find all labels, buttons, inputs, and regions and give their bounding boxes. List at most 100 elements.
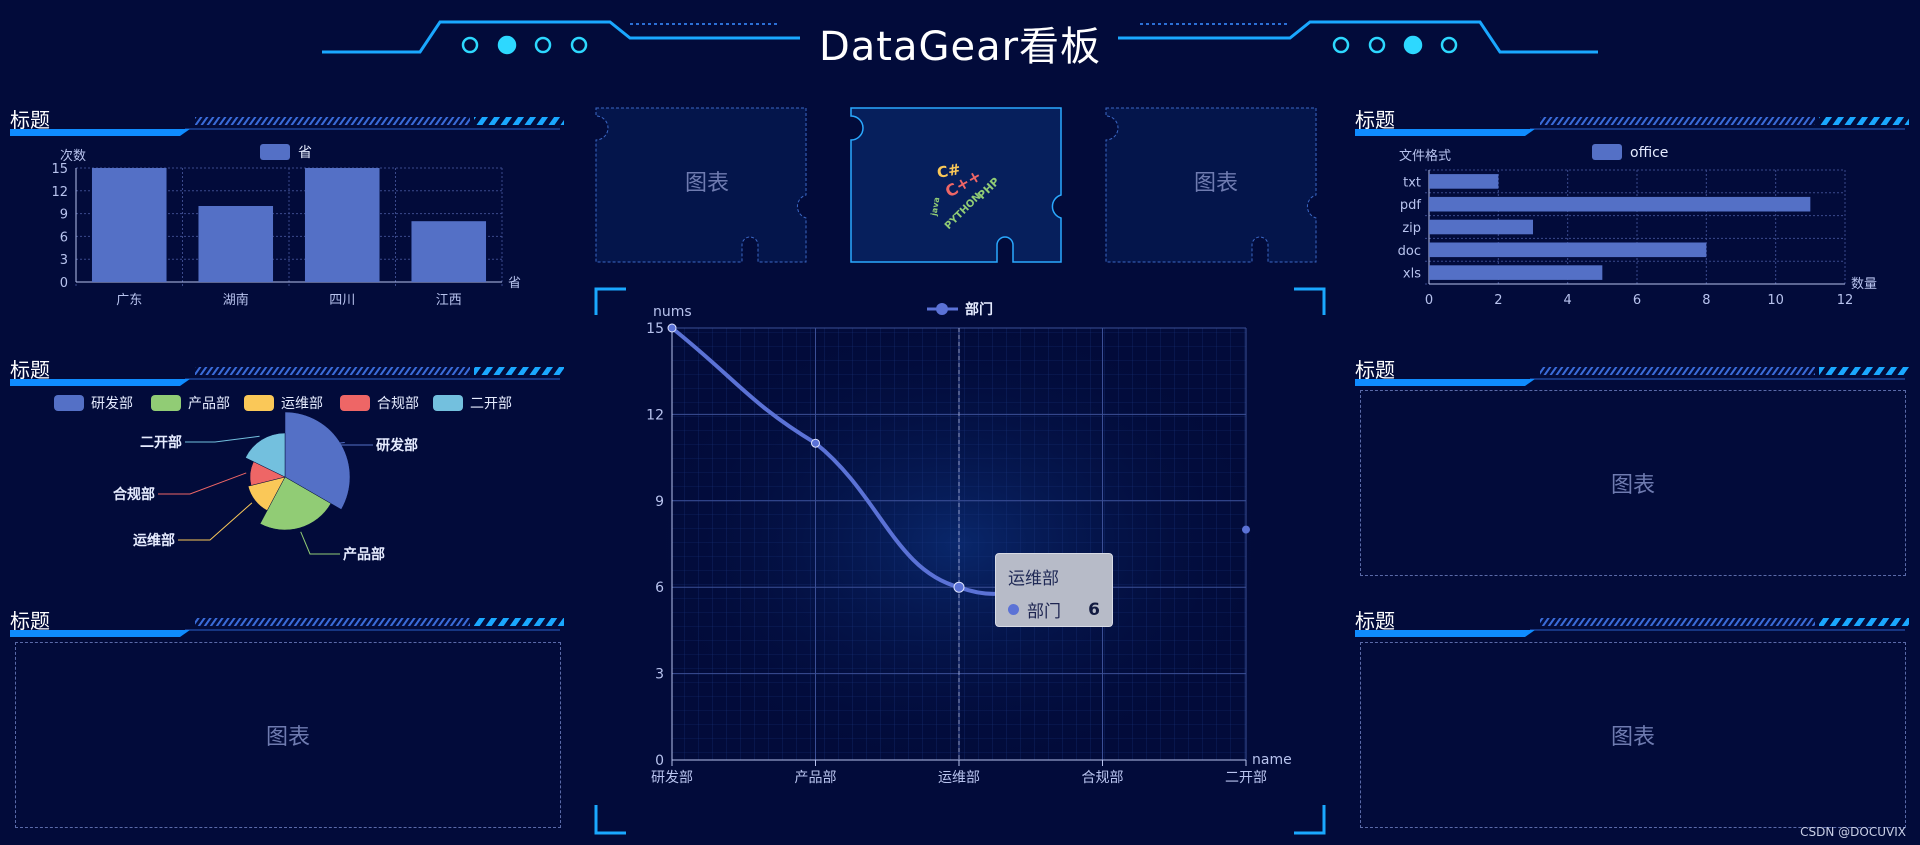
x-tick-label: 合规部 <box>1082 770 1124 786</box>
data-point <box>811 438 820 448</box>
bar <box>1429 174 1499 189</box>
legend-label: 省 <box>298 145 312 161</box>
legend-swatch <box>244 395 274 411</box>
y-tick-label: 0 <box>655 753 664 769</box>
word-cloud: C# C++ java PYTHON PHP <box>920 150 1020 240</box>
panel-title-right-mid: 标题 <box>1355 358 1395 382</box>
x-tick-label: 10 <box>1767 293 1784 308</box>
x-tick-label: 江西 <box>436 293 462 308</box>
x-tick-label: 产品部 <box>795 770 837 786</box>
x-axis-title: 省 <box>508 276 521 291</box>
y-tick-label: 9 <box>60 208 68 223</box>
x-tick-label: 广东 <box>116 293 142 308</box>
series-dot-icon <box>1008 604 1019 615</box>
panel-title-left-mid: 标题 <box>10 358 50 382</box>
data-point <box>953 581 965 593</box>
legend-swatch <box>151 395 181 411</box>
tooltip-row: 部门 6 <box>1008 597 1100 622</box>
bar <box>411 221 487 282</box>
data-point <box>667 323 677 333</box>
y-tick-label: pdf <box>1400 198 1422 213</box>
pie-label: 运维部 <box>133 532 175 549</box>
chart-placeholder-right-mid: 图表 <box>1360 390 1906 576</box>
watermark: CSDN @DOCUVIX <box>1800 825 1906 839</box>
x-tick-label: 2 <box>1494 293 1502 308</box>
bar <box>1429 219 1533 235</box>
y-tick-label: 6 <box>655 580 664 596</box>
placeholder-label: 图表 <box>265 725 310 750</box>
pie-label-line <box>178 502 253 541</box>
chart-tooltip: 运维部 部门 6 <box>995 553 1113 627</box>
y-axis-title: nums <box>653 304 692 320</box>
bar <box>304 168 380 282</box>
legend-swatch <box>260 144 290 160</box>
y-tick-label: 9 <box>655 494 664 510</box>
x-tick-label: 运维部 <box>938 770 980 786</box>
y-tick-label: 15 <box>646 321 664 337</box>
x-tick-label: 8 <box>1702 293 1710 308</box>
word-cloud-word: java <box>929 196 942 217</box>
placeholder-label: 图表 <box>1610 473 1655 498</box>
panel-title-left-top: 标题 <box>10 108 50 132</box>
y-tick-label: xls <box>1403 267 1421 282</box>
y-tick-label: 12 <box>646 407 664 423</box>
y-tick-label: zip <box>1402 221 1421 236</box>
tooltip-title: 运维部 <box>1008 569 1059 589</box>
legend-label: 合规部 <box>377 396 419 412</box>
data-point <box>1242 525 1250 534</box>
x-axis-title: 数量 <box>1851 277 1877 292</box>
x-tick-label: 6 <box>1633 293 1641 308</box>
pie-label-line <box>300 531 340 555</box>
x-tick-label: 0 <box>1425 293 1433 308</box>
x-axis-title: name <box>1252 752 1292 768</box>
bar <box>1429 242 1707 258</box>
x-tick-label: 湖南 <box>223 292 249 308</box>
pie-label: 研发部 <box>376 437 418 454</box>
placeholder-label: 图表 <box>1610 725 1655 750</box>
pie-label-line <box>185 435 260 443</box>
y-axis-title: 文件格式 <box>1399 148 1451 164</box>
legend-label: office <box>1630 145 1668 161</box>
legend-swatch <box>1592 144 1622 160</box>
y-tick-label: 15 <box>51 162 68 177</box>
department-line-chart: 部门numsname15129630研发部 产品部 运维部 合规部 二开部 <box>632 301 1292 786</box>
file-format-bar-chart: office 文件格式数量 0 2 4 6 8 10 12 txt pdf zip doc xls <box>1398 144 1877 308</box>
legend-label: 部门 <box>965 301 993 318</box>
x-tick-label: 研发部 <box>651 770 693 786</box>
tooltip-value: 6 <box>1088 599 1100 620</box>
chart-placeholder-right-bottom: 图表 <box>1360 642 1906 828</box>
legend-label: 二开部 <box>470 396 512 412</box>
pie-label: 二开部 <box>140 434 182 451</box>
pie-label: 合规部 <box>113 486 155 503</box>
province-bar-chart: 省次数省15129630广东 湖南 四川 江西 <box>51 144 521 308</box>
panel-title-right-top: 标题 <box>1355 108 1395 132</box>
y-tick-label: doc <box>1398 244 1421 259</box>
pie-label-line <box>158 472 247 495</box>
y-tick-label: txt <box>1403 175 1421 190</box>
panel-title-left-bottom: 标题 <box>10 609 50 633</box>
y-tick-label: 12 <box>51 185 68 200</box>
bar <box>1429 265 1603 280</box>
legend-swatch <box>54 395 84 411</box>
x-tick-label: 4 <box>1564 293 1572 308</box>
tooltip-series-name: 部门 <box>1027 602 1061 622</box>
bar <box>1429 196 1811 212</box>
panel-title-right-bottom: 标题 <box>1355 609 1395 633</box>
placeholder-label: 图表 <box>1194 171 1239 196</box>
bar <box>198 206 274 282</box>
legend-label: 研发部 <box>91 396 133 412</box>
x-tick-label: 12 <box>1837 293 1854 308</box>
legend-swatch <box>340 395 370 411</box>
pie-label: 产品部 <box>343 546 385 563</box>
y-tick-label: 3 <box>655 667 664 683</box>
y-tick-label: 6 <box>60 230 68 245</box>
chart-placeholder-left-bottom: 图表 <box>15 642 561 828</box>
x-tick-label: 二开部 <box>1225 770 1267 786</box>
bar <box>91 168 167 282</box>
y-tick-label: 0 <box>60 276 68 291</box>
y-tick-label: 3 <box>60 253 68 268</box>
legend-dot <box>936 303 948 315</box>
legend-label: 产品部 <box>188 396 230 412</box>
placeholder-label: 图表 <box>685 171 730 196</box>
department-pie-chart: 研发部 产品部 运维部 合规部 二开部研发部产品部运维部合规部二开部 <box>54 395 512 563</box>
